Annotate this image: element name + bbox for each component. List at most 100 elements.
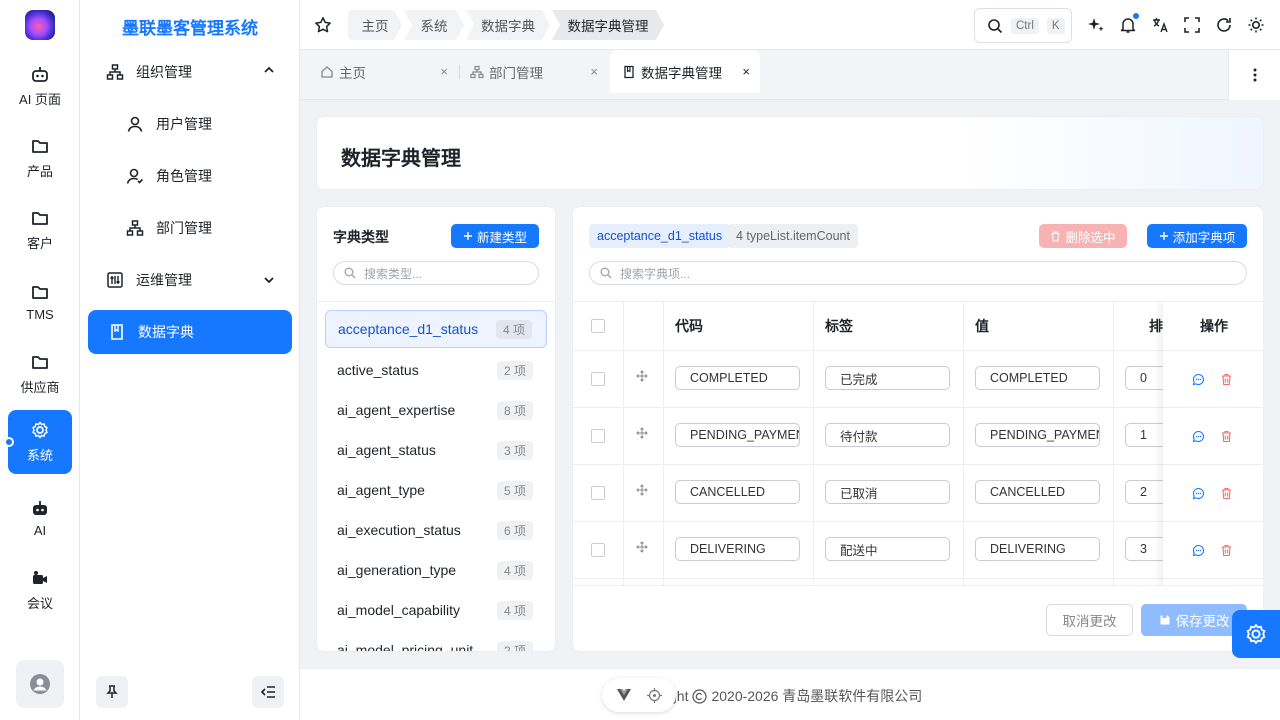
app-title: 墨联墨客管理系统 [122, 19, 258, 38]
pin-button[interactable] [96, 676, 128, 708]
type-list-item[interactable]: ai_model_capability 4 项 [325, 591, 547, 629]
refresh-icon[interactable] [1215, 16, 1233, 34]
breadcrumb-dictionary[interactable]: 数据字典 [466, 10, 550, 40]
trash-icon[interactable] [1220, 430, 1233, 443]
page-header: 数据字典管理 [316, 116, 1264, 190]
menu-item-users[interactable]: 用户管理 [126, 102, 286, 146]
add-item-button[interactable]: 添加字典项 [1147, 224, 1247, 248]
code-input[interactable]: DELIVERING [675, 537, 800, 561]
col-header-value[interactable]: 值 [963, 302, 1113, 350]
rail-item-product[interactable]: 产品 [8, 126, 72, 190]
menu-item-roles[interactable]: 角色管理 [126, 154, 286, 198]
chevron-down-icon[interactable] [263, 274, 275, 286]
value-input[interactable]: COMPLETED [975, 366, 1100, 390]
org-tree-icon [106, 64, 124, 80]
code-input[interactable]: COMPLETED [675, 366, 800, 390]
tab-data-dictionary[interactable]: 数据字典管理 × [610, 50, 760, 93]
global-search[interactable]: Ctrl K [974, 8, 1072, 43]
code-input[interactable]: CANCELLED [675, 480, 800, 504]
rail-item-supplier[interactable]: 供应商 [8, 342, 72, 406]
label-input[interactable]: 配送中 [825, 537, 950, 561]
footer: ght 2020-2026 青岛墨联软件有限公司 [300, 668, 1280, 720]
comment-icon[interactable] [1192, 487, 1205, 500]
tab-close-icon[interactable]: × [440, 64, 448, 79]
rail-item-system[interactable]: 系统 [8, 410, 72, 474]
row-divider [1163, 350, 1263, 351]
fullscreen-icon[interactable] [1183, 16, 1201, 34]
dict-types-panel: 字典类型 新建类型 搜索类型... acceptance_d1_status 4 … [316, 206, 556, 652]
label-input[interactable]: 已取消 [825, 480, 950, 504]
tab-home[interactable]: 主页 × [300, 50, 458, 93]
tab-departments[interactable]: 部门管理 × [450, 50, 608, 93]
drag-handle-icon[interactable] [636, 370, 648, 382]
type-list-item[interactable]: ai_execution_status 6 项 [325, 511, 547, 549]
rail-item-ai[interactable]: AI [8, 486, 72, 550]
user-avatar-button[interactable] [16, 660, 64, 708]
trash-icon[interactable] [1220, 487, 1233, 500]
vue-logo-icon [616, 689, 631, 701]
comment-icon[interactable] [1192, 430, 1205, 443]
tab-close-icon[interactable]: × [742, 64, 750, 79]
col-header-code[interactable]: 代码 [663, 302, 813, 350]
type-list-item[interactable]: active_status 2 项 [325, 351, 547, 389]
drag-handle-icon[interactable] [636, 427, 648, 439]
translate-icon[interactable] [1151, 16, 1169, 34]
type-search-input[interactable]: 搜索类型... [333, 261, 539, 285]
item-count-tag: 4 typeList.itemCount [728, 224, 858, 248]
new-type-button[interactable]: 新建类型 [451, 224, 539, 248]
collapse-menu-button[interactable] [252, 676, 284, 708]
trash-icon[interactable] [1220, 373, 1233, 386]
row-checkbox[interactable] [591, 429, 605, 443]
menu-item-data-dictionary[interactable]: 数据字典 [88, 310, 292, 354]
rail-item-meeting[interactable]: 会议 [8, 558, 72, 622]
menu-group-ops[interactable]: 运维管理 [106, 258, 286, 302]
cancel-changes-button[interactable]: 取消更改 [1046, 604, 1133, 636]
col-header-label[interactable]: 标签 [813, 302, 963, 350]
select-all-cell [591, 302, 605, 350]
menu-group-org[interactable]: 组织管理 [106, 50, 286, 94]
breadcrumb-system[interactable]: 系统 [404, 10, 464, 40]
count-badge: 8 项 [496, 400, 533, 420]
more-vertical-icon [1253, 68, 1256, 82]
breadcrumb-home[interactable]: 主页 [348, 10, 402, 40]
item-search-input[interactable]: 搜索字典项... [589, 261, 1247, 285]
tab-more-button[interactable] [1228, 50, 1280, 100]
settings-float-button[interactable] [1232, 610, 1280, 658]
label-input[interactable]: 待付款 [825, 423, 950, 447]
devtools-pill[interactable] [602, 678, 676, 712]
delete-selected-button[interactable]: 删除选中 [1039, 224, 1127, 248]
folder-icon [32, 212, 48, 225]
rail-item-tms[interactable]: TMS [8, 270, 72, 334]
rail-item-ai-page[interactable]: AI 页面 [8, 54, 72, 118]
sparkle-icon[interactable] [1087, 16, 1105, 34]
star-icon[interactable] [314, 16, 332, 34]
type-list-item[interactable]: ai_generation_type 4 项 [325, 551, 547, 589]
value-input[interactable]: CANCELLED [975, 480, 1100, 504]
select-all-checkbox[interactable] [591, 319, 605, 333]
rail-item-customer[interactable]: 客户 [8, 198, 72, 262]
label-input[interactable]: 已完成 [825, 366, 950, 390]
row-checkbox[interactable] [591, 486, 605, 500]
comment-icon[interactable] [1192, 373, 1205, 386]
drag-handle-icon[interactable] [636, 484, 648, 496]
app-logo[interactable] [25, 10, 55, 40]
row-checkbox[interactable] [591, 372, 605, 386]
chevron-up-icon[interactable] [263, 64, 275, 76]
type-list-item[interactable]: ai_agent_status 3 项 [325, 431, 547, 469]
sun-icon[interactable] [1247, 16, 1265, 34]
row-checkbox[interactable] [591, 543, 605, 557]
value-input[interactable]: DELIVERING [975, 537, 1100, 561]
comment-icon[interactable] [1192, 544, 1205, 557]
tab-close-icon[interactable]: × [590, 64, 598, 79]
type-list-item[interactable]: ai_agent_type 5 项 [325, 471, 547, 509]
type-list-item[interactable]: ai_agent_expertise 8 项 [325, 391, 547, 429]
video-camera-icon [33, 571, 47, 584]
drag-handle-icon[interactable] [636, 541, 648, 553]
folder-icon [32, 286, 48, 299]
menu-item-departments[interactable]: 部门管理 [126, 206, 286, 250]
trash-icon[interactable] [1220, 544, 1233, 557]
type-list-item[interactable]: ai_model_pricing_unit 2 项 [325, 631, 547, 651]
type-list-item[interactable]: acceptance_d1_status 4 项 [325, 310, 547, 348]
code-input[interactable]: PENDING_PAYMENT [675, 423, 800, 447]
value-input[interactable]: PENDING_PAYMENT [975, 423, 1100, 447]
